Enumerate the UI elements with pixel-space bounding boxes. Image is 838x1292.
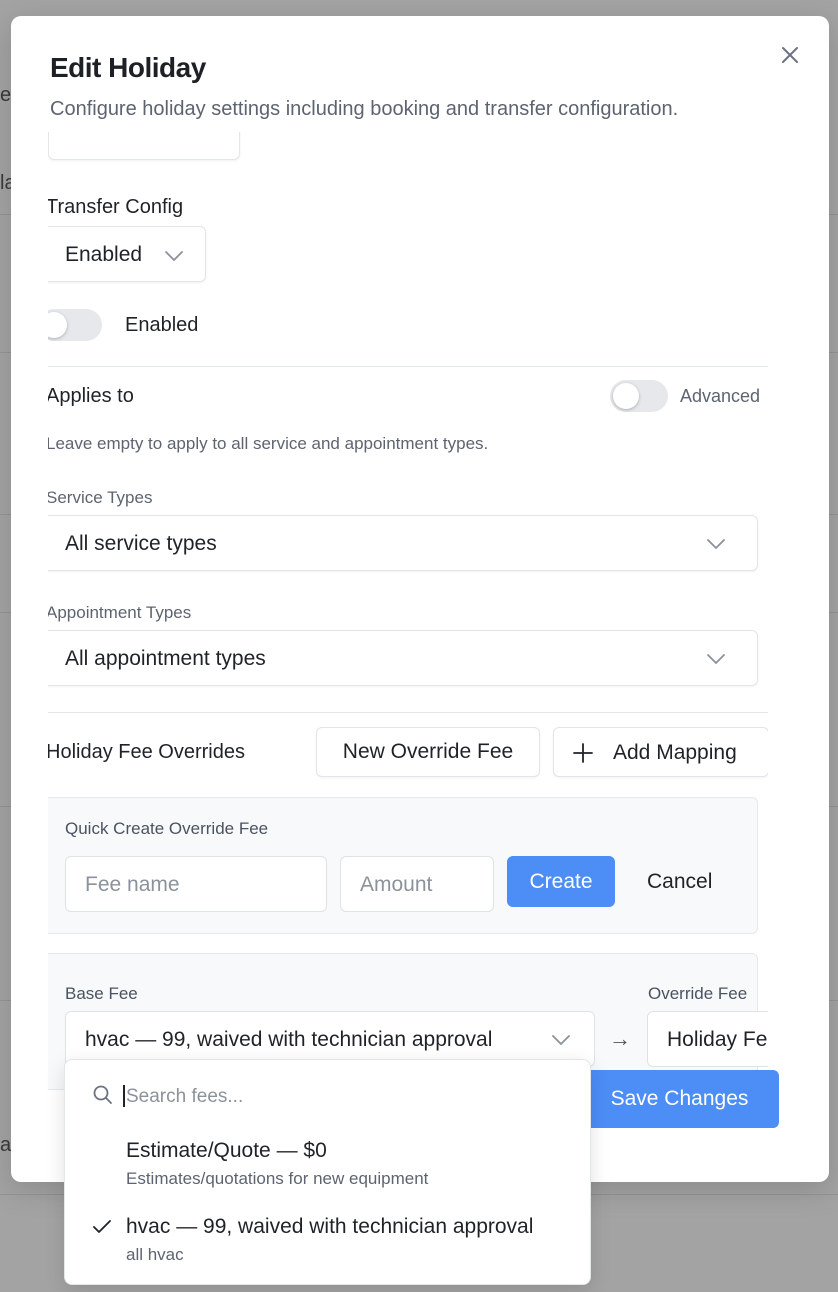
chevron-down-icon [707,654,725,664]
edit-holiday-dialog: Edit Holiday Configure holiday settings … [11,16,829,1182]
add-mapping-label: Add Mapping [613,741,737,764]
override-fee-select[interactable]: Holiday Fee [647,1011,768,1067]
fee-search-input[interactable]: Search fees... [126,1086,243,1108]
option-subtitle: Estimates/quotations for new equipment [126,1169,429,1188]
toggle-knob [613,383,639,409]
service-types-value: All service types [65,532,217,555]
section-divider [48,712,768,713]
override-fee-label: Override Fee [648,984,748,1003]
option-subtitle: all hvac [126,1245,184,1264]
appointment-types-label: Appointment Types [48,603,192,622]
dialog-subtitle: Configure holiday settings including boo… [50,98,679,120]
text-cursor [123,1085,125,1107]
chevron-down-icon [707,539,725,549]
advanced-label: Advanced [680,386,761,406]
transfer-config-label: Transfer Config [48,196,184,218]
base-fee-dropdown: Search fees... Estimate/Quote — $0 Estim… [64,1059,591,1285]
save-changes-button[interactable]: Save Changes [580,1070,779,1128]
transfer-config-select[interactable]: Enabled [48,226,206,282]
service-types-select[interactable]: All service types [48,515,758,571]
amount-input[interactable]: Amount [340,856,494,912]
chevron-down-icon [552,1035,570,1045]
option-title: hvac — 99, waived with technician approv… [126,1215,534,1238]
fee-overrides-heading: Holiday Fee Overrides [48,741,245,763]
transfer-enabled-label: Enabled [125,314,199,336]
toggle-knob [48,312,67,338]
arrow-right-icon: → [609,1026,631,1051]
service-types-label: Service Types [48,488,153,507]
applies-to-hint: Leave empty to apply to all service and … [48,434,489,453]
check-icon [93,1220,111,1233]
cancel-button[interactable]: Cancel [647,870,712,894]
add-mapping-button[interactable]: Add Mapping [553,727,768,777]
section-divider [48,366,768,367]
applies-to-heading: Applies to [48,385,134,407]
quick-create-panel: Quick Create Override Fee Fee name Amoun… [48,797,758,934]
transfer-config-value: Enabled [65,243,143,266]
create-button[interactable]: Create [507,856,615,907]
plus-icon [573,743,593,763]
quick-create-heading: Quick Create Override Fee [65,819,269,838]
base-fee-value: hvac — 99, waived with technician approv… [85,1028,493,1051]
fee-name-input[interactable]: Fee name [65,856,327,912]
appointment-types-select[interactable]: All appointment types [48,630,758,686]
option-title: Estimate/Quote — $0 [126,1139,327,1162]
chevron-down-icon [165,251,183,261]
base-fee-label: Base Fee [65,984,138,1003]
advanced-toggle[interactable] [610,380,668,412]
close-icon [782,47,798,63]
dialog-title: Edit Holiday [50,52,206,83]
transfer-enabled-toggle[interactable] [48,309,102,341]
search-icon [93,1085,112,1104]
new-override-fee-button[interactable]: New Override Fee [316,727,540,777]
appointment-types-value: All appointment types [65,647,266,670]
background-text-fragment: e [0,84,12,106]
partial-booking-select[interactable] [48,132,240,160]
dialog-scroll-area[interactable]: Transfer Config Enabled Enabled Applies … [48,132,768,1182]
close-button[interactable] [777,42,803,68]
